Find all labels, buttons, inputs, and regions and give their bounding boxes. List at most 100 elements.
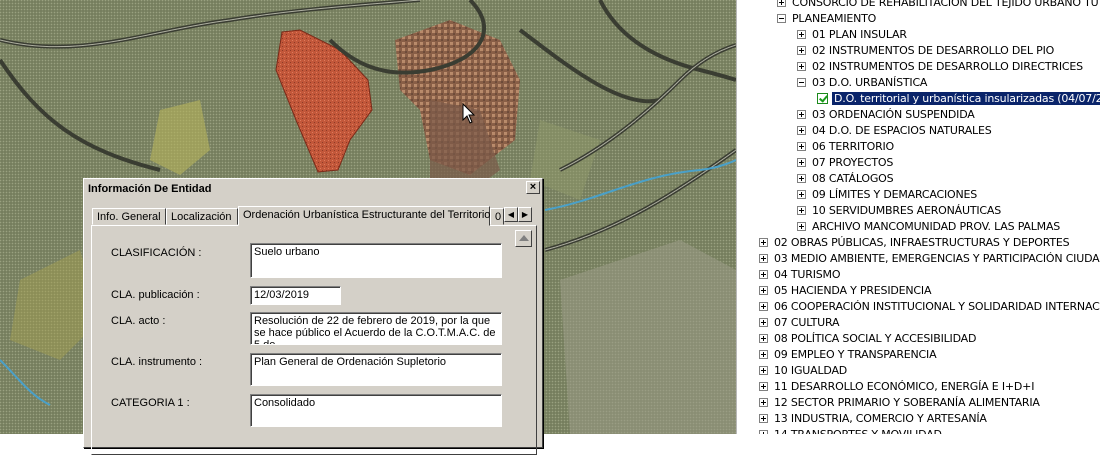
expand-icon[interactable] bbox=[759, 334, 768, 343]
tree-item-label: 06 TERRITORIO bbox=[812, 140, 895, 153]
tree-item[interactable]: 12 SECTOR PRIMARIO Y SOBERANÍA ALIMENTAR… bbox=[759, 395, 1040, 411]
tree-item[interactable]: 07 CULTURA bbox=[759, 315, 840, 331]
expand-icon[interactable] bbox=[797, 110, 806, 119]
expand-icon[interactable] bbox=[759, 382, 768, 391]
tree-item-label: CONSORCIO DE REHABILITACIÓN DEL TEJIDO U… bbox=[792, 0, 1099, 9]
tree-item-label: 03 MEDIO AMBIENTE, EMERGENCIAS Y PARTICI… bbox=[774, 252, 1100, 265]
expand-icon[interactable] bbox=[759, 430, 768, 434]
expand-icon[interactable] bbox=[797, 30, 806, 39]
tree-item-label: 07 PROYECTOS bbox=[812, 156, 894, 169]
tree-item[interactable]: 06 COOPERACIÓN INSTITUCIONAL Y SOLIDARID… bbox=[759, 299, 1100, 315]
layer-tree-panel[interactable]: CONSORCIO DE REHABILITACIÓN DEL TEJIDO U… bbox=[736, 0, 1100, 434]
arrow-left-icon: ◀ bbox=[507, 210, 515, 219]
expand-icon[interactable] bbox=[759, 398, 768, 407]
expand-icon[interactable] bbox=[759, 302, 768, 311]
tree-item-label: 14 TRANSPORTES Y MOVILIDAD bbox=[774, 428, 942, 434]
scroll-up-button[interactable] bbox=[515, 230, 532, 247]
tree-item-label: 04 TURISMO bbox=[774, 268, 841, 281]
tree-item-label: 02 INSTRUMENTOS DE DESARROLLO DEL PIO bbox=[812, 44, 1055, 57]
expand-icon[interactable] bbox=[797, 46, 806, 55]
expand-icon[interactable] bbox=[797, 222, 806, 231]
tab-overflow[interactable]: 0 bbox=[490, 208, 504, 225]
expand-icon[interactable] bbox=[777, 0, 786, 7]
categoria1-field[interactable]: Consolidado bbox=[250, 394, 502, 427]
tree-item[interactable]: 01 PLAN INSULAR bbox=[797, 27, 907, 43]
tree-item[interactable]: 03 ORDENACIÓN SUSPENDIDA bbox=[797, 107, 975, 123]
tree-item-label: PLANEAMIENTO bbox=[792, 12, 877, 25]
tree-item[interactable]: 14 TRANSPORTES Y MOVILIDAD bbox=[759, 427, 942, 434]
cla-publicacion-label: CLA. publicación : bbox=[111, 289, 200, 301]
expand-icon[interactable] bbox=[759, 318, 768, 327]
tab-info-general[interactable]: Info. General bbox=[92, 208, 166, 225]
tree-item[interactable]: 03 D.O. URBANÍSTICA bbox=[797, 75, 927, 91]
tree-item-selected[interactable]: D.O. territorial y urbanística insulariz… bbox=[817, 91, 1100, 107]
tree-item[interactable]: 04 TURISMO bbox=[759, 267, 840, 283]
expand-icon[interactable] bbox=[759, 366, 768, 375]
expand-icon[interactable] bbox=[759, 286, 768, 295]
tree-item[interactable]: 13 INDUSTRIA, COMERCIO Y ARTESANÍA bbox=[759, 411, 987, 427]
tree-item[interactable]: PLANEAMIENTO bbox=[777, 11, 876, 27]
cla-publicacion-field[interactable]: 12/03/2019 bbox=[250, 286, 341, 305]
tree-item[interactable]: 05 HACIENDA Y PRESIDENCIA bbox=[759, 283, 931, 299]
clasificacion-label: CLASIFICACIÓN : bbox=[111, 247, 202, 259]
tree-item[interactable]: 08 POLÍTICA SOCIAL Y ACCESIBILIDAD bbox=[759, 331, 976, 347]
collapse-icon[interactable] bbox=[797, 78, 806, 87]
cla-instrumento-label: CLA. instrumento : bbox=[111, 356, 203, 368]
expand-icon[interactable] bbox=[759, 238, 768, 247]
tree-item-label: 03 D.O. URBANÍSTICA bbox=[812, 76, 928, 89]
tab-scroll-right-button[interactable]: ▶ bbox=[518, 207, 532, 222]
tree-item[interactable]: 11 DESARROLLO ECONÓMICO, ENERGÍA E I+D+I bbox=[759, 379, 1034, 395]
tree-item-label: 01 PLAN INSULAR bbox=[812, 28, 907, 41]
tree-item[interactable]: 06 TERRITORIO bbox=[797, 139, 894, 155]
tree-item[interactable]: 07 PROYECTOS bbox=[797, 155, 893, 171]
tree-item[interactable]: 02 OBRAS PÚBLICAS, INFRAESTRUCTURAS Y DE… bbox=[759, 235, 1070, 251]
tree-item[interactable]: CONSORCIO DE REHABILITACIÓN DEL TEJIDO U… bbox=[777, 0, 1099, 11]
expand-icon[interactable] bbox=[797, 158, 806, 167]
close-icon: × bbox=[529, 181, 537, 193]
tree-item-label: 12 SECTOR PRIMARIO Y SOBERANÍA ALIMENTAR… bbox=[774, 396, 1040, 409]
entity-info-dialog[interactable]: Información De Entidad × Info. General L… bbox=[83, 178, 543, 455]
expand-icon[interactable] bbox=[759, 254, 768, 263]
tree-item[interactable]: 02 INSTRUMENTOS DE DESARROLLO DEL PIO bbox=[797, 43, 1054, 59]
cla-acto-label: CLA. acto : bbox=[111, 315, 166, 327]
tab-label: Info. General bbox=[97, 211, 161, 223]
tree-item[interactable]: ARCHIVO MANCOMUNIDAD PROV. LAS PALMAS bbox=[797, 219, 1060, 235]
cla-instrumento-field[interactable]: Plan General de Ordenación Supletorio bbox=[250, 353, 502, 386]
tree-item-label: 05 HACIENDA Y PRESIDENCIA bbox=[774, 284, 932, 297]
tab-scroll-left-button[interactable]: ◀ bbox=[504, 207, 518, 222]
tree-item[interactable]: 08 CATÁLOGOS bbox=[797, 171, 894, 187]
tab-localizacion[interactable]: Localización bbox=[166, 208, 238, 225]
expand-icon[interactable] bbox=[759, 414, 768, 423]
collapse-icon[interactable] bbox=[777, 14, 786, 23]
dialog-titlebar[interactable]: Información De Entidad bbox=[85, 180, 541, 198]
expand-icon[interactable] bbox=[759, 350, 768, 359]
tree-item[interactable]: 03 MEDIO AMBIENTE, EMERGENCIAS Y PARTICI… bbox=[759, 251, 1100, 267]
categoria1-label: CATEGORIA 1 : bbox=[111, 397, 190, 409]
tree-item-label: 02 INSTRUMENTOS DE DESARROLLO DIRECTRICE… bbox=[812, 60, 1083, 73]
expand-icon[interactable] bbox=[797, 126, 806, 135]
tree-item-label: D.O. territorial y urbanística insulariz… bbox=[832, 92, 1100, 105]
expand-icon[interactable] bbox=[759, 270, 768, 279]
tree-item[interactable]: 09 LÍMITES Y DEMARCACIONES bbox=[797, 187, 977, 203]
tree-item[interactable]: 04 D.O. DE ESPACIOS NATURALES bbox=[797, 123, 992, 139]
tab-ordenacion-urbanistica[interactable]: Ordenación Urbanística Estructurante del… bbox=[238, 206, 490, 226]
tab-label: 0 bbox=[495, 211, 502, 223]
tab-label: Localización bbox=[171, 211, 232, 223]
tree-item-label: 07 CULTURA bbox=[774, 316, 840, 329]
tree-item-label: 02 OBRAS PÚBLICAS, INFRAESTRUCTURAS Y DE… bbox=[774, 236, 1070, 249]
tree-item-label: 10 SERVIDUMBRES AERONÁUTICAS bbox=[812, 204, 1002, 217]
expand-icon[interactable] bbox=[797, 142, 806, 151]
expand-icon[interactable] bbox=[797, 174, 806, 183]
expand-icon[interactable] bbox=[797, 190, 806, 199]
tree-item[interactable]: 02 INSTRUMENTOS DE DESARROLLO DIRECTRICE… bbox=[797, 59, 1083, 75]
tree-item[interactable]: 09 EMPLEO Y TRANSPARENCIA bbox=[759, 347, 937, 363]
close-button[interactable]: × bbox=[526, 181, 540, 194]
expand-icon[interactable] bbox=[797, 206, 806, 215]
tree-item[interactable]: 10 IGUALDAD bbox=[759, 363, 847, 379]
cla-acto-field[interactable]: Resolución de 22 de febrero de 2019, por… bbox=[250, 312, 502, 345]
clasificacion-field[interactable]: Suelo urbano bbox=[250, 243, 502, 278]
expand-icon[interactable] bbox=[797, 62, 806, 71]
tree-item[interactable]: 10 SERVIDUMBRES AERONÁUTICAS bbox=[797, 203, 1001, 219]
layer-visible-checkbox[interactable] bbox=[817, 93, 828, 104]
tree-item-label: 11 DESARROLLO ECONÓMICO, ENERGÍA E I+D+I bbox=[774, 380, 1035, 393]
